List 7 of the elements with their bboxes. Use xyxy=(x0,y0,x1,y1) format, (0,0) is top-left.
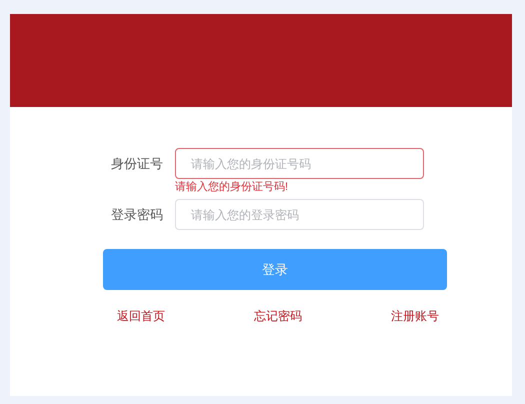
error-message: 请输入您的身份证号码! xyxy=(175,181,290,194)
field-label: 登录密码 xyxy=(110,206,164,224)
link[interactable]: 返回首页 xyxy=(117,307,165,325)
link[interactable]: 注册账号 xyxy=(391,307,439,325)
input-field[interactable]: 请输入您的身份证号码 xyxy=(175,148,424,179)
field-label: 身份证号 xyxy=(110,154,164,173)
link[interactable]: 忘记密码 xyxy=(254,307,302,325)
